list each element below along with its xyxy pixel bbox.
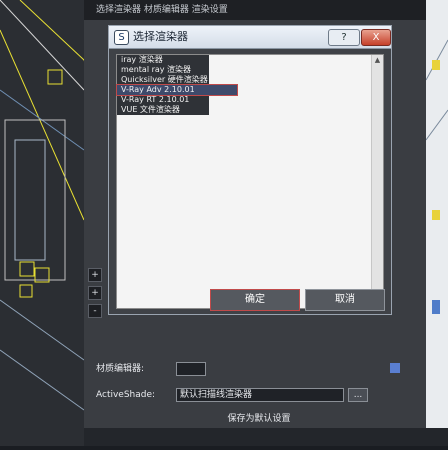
help-button[interactable]: ?	[328, 29, 360, 46]
expand-button[interactable]: +	[88, 268, 102, 282]
renderer-list[interactable]: iray 渲染器 mental ray 渲染器 Quicksilver 硬件渲染器 V…	[116, 54, 384, 309]
scroll-up-icon[interactable]: ▲	[372, 55, 383, 66]
background-top-strip: 选择渲染器 材质编辑器 渲染设置	[84, 0, 426, 20]
renderer-list-items: iray 渲染器 mental ray 渲染器 Quicksilver 硬件渲染器 V…	[116, 55, 372, 115]
list-scrollbar[interactable]: ▲ ▼	[371, 55, 383, 308]
dialog-title: 选择渲染器	[133, 30, 188, 43]
renderer-list-item[interactable]: VUE 文件渲染器	[117, 105, 209, 115]
renderer-list-item[interactable]: V-Ray RT 2.10.01	[117, 95, 209, 105]
renderer-list-item[interactable]: iray 渲染器	[117, 55, 209, 65]
dialog-titlebar[interactable]: S 选择渲染器 ? X	[109, 26, 391, 49]
lock-toggle[interactable]	[390, 363, 400, 373]
ok-button[interactable]: 确定	[210, 289, 300, 311]
status-bar	[84, 428, 448, 446]
cancel-button[interactable]: 取消	[305, 289, 385, 311]
activeshade-label: ActiveShade:	[96, 390, 156, 400]
save-as-default-button[interactable]: 保存为默认设置	[214, 412, 304, 426]
material-editor-field[interactable]	[176, 362, 206, 376]
material-editor-label: 材质编辑器:	[96, 364, 145, 374]
activeshade-field[interactable]: 默认扫描线渲染器	[176, 388, 344, 402]
right-toolbar-lines	[425, 39, 448, 314]
close-button[interactable]: X	[361, 29, 391, 46]
renderer-list-item[interactable]: mental ray 渲染器	[117, 65, 209, 75]
renderer-list-item[interactable]: V-Ray Adv 2.10.01	[116, 84, 238, 96]
right-toolbar	[425, 0, 448, 446]
collapse-button[interactable]: -	[88, 304, 102, 318]
choose-activeshade-button[interactable]: ...	[348, 388, 368, 402]
renderer-list-item[interactable]: Quicksilver 硬件渲染器	[117, 75, 209, 85]
choose-renderer-dialog: S 选择渲染器 ? X iray 渲染器 mental ray 渲染器 Quicks…	[108, 25, 392, 315]
app-icon: S	[114, 30, 129, 45]
expand-button-2[interactable]: +	[88, 286, 102, 300]
